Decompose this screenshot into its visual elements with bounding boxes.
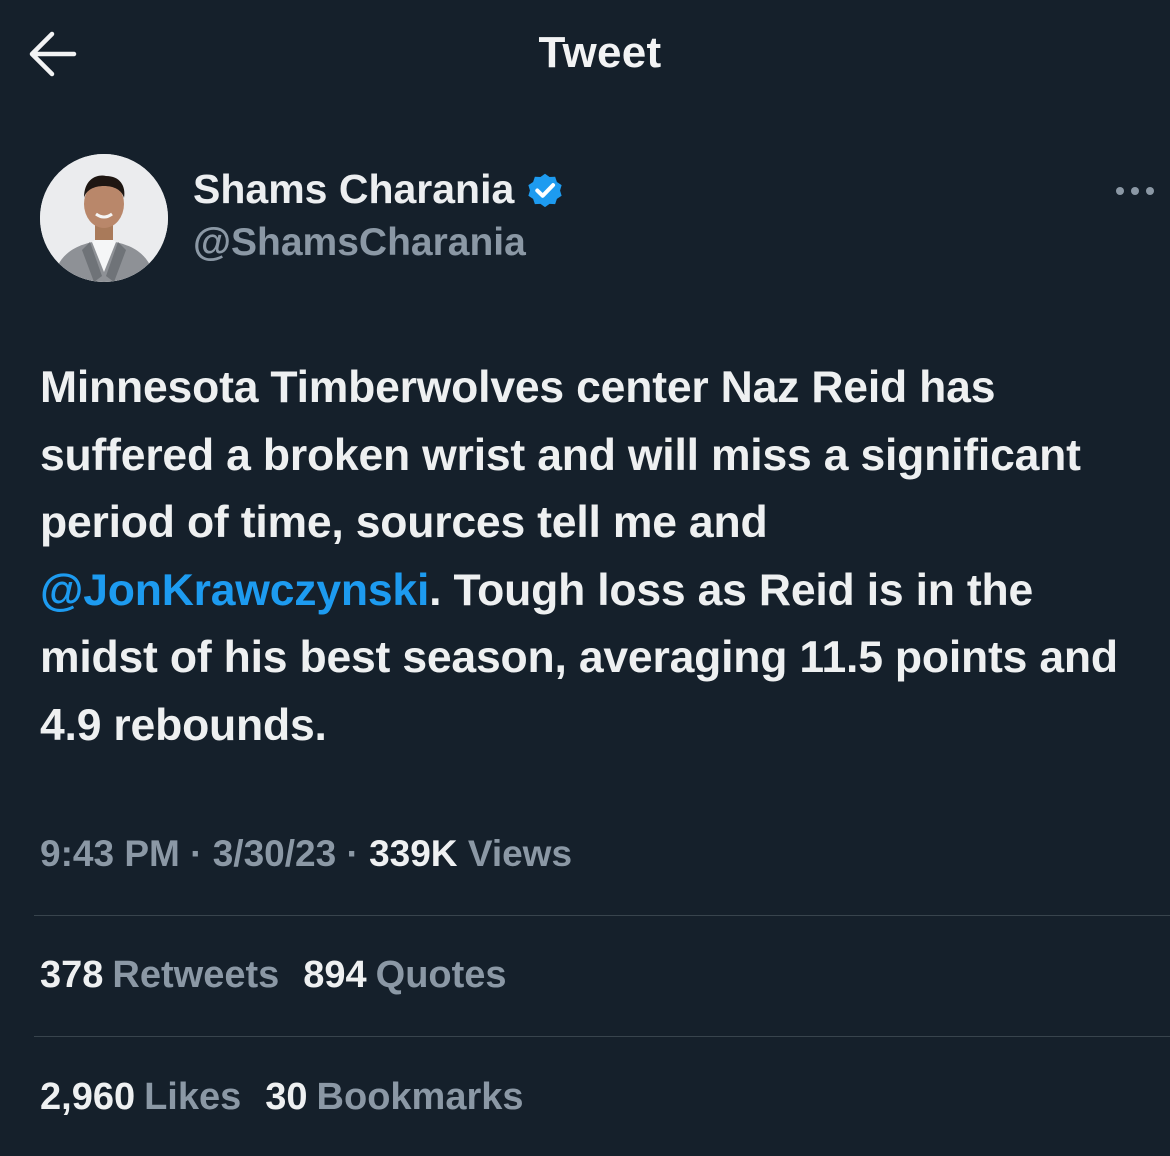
tweet-text: Minnesota Timberwolves center Naz Reid h… <box>40 354 1150 759</box>
author-name-row[interactable]: Shams Charania <box>193 166 566 213</box>
retweets-label: Retweets <box>112 954 280 996</box>
tweet-text-part1: Minnesota Timberwolves center Naz Reid h… <box>40 363 1081 547</box>
page-title: Tweet <box>538 28 662 77</box>
retweets-count: 378 <box>40 954 104 996</box>
tweet-date: 3/30/23 <box>212 833 337 874</box>
retweets-stat[interactable]: 378 Retweets <box>40 954 279 997</box>
likes-count: 2,960 <box>40 1076 136 1118</box>
views-label[interactable]: Views <box>468 833 572 874</box>
quotes-count: 894 <box>303 954 367 996</box>
more-options-button[interactable] <box>1110 176 1160 206</box>
meta-separator: · <box>190 833 203 874</box>
likes-stat[interactable]: 2,960 Likes <box>40 1076 241 1119</box>
quotes-label: Quotes <box>375 954 507 996</box>
bookmarks-count: 30 <box>265 1076 308 1118</box>
bookmarks-label: Bookmarks <box>316 1076 524 1118</box>
divider <box>34 915 1170 916</box>
quotes-stat[interactable]: 894 Quotes <box>303 954 506 997</box>
avatar[interactable] <box>40 154 168 282</box>
likes-label: Likes <box>144 1076 242 1118</box>
stats-row-likes-bookmarks: 2,960 Likes 30 Bookmarks <box>40 1076 524 1119</box>
top-bar: Tweet <box>0 0 1170 110</box>
meta-separator: · <box>346 833 359 874</box>
bookmarks-stat[interactable]: 30 Bookmarks <box>265 1076 523 1119</box>
author-name[interactable]: Shams Charania <box>193 166 514 213</box>
mention-link[interactable]: @JonKrawczynski <box>40 566 429 615</box>
tweet-time: 9:43 PM <box>40 833 180 874</box>
verified-badge-icon <box>524 169 566 211</box>
divider <box>34 1036 1170 1037</box>
views-count[interactable]: 339K <box>369 833 457 874</box>
profile-photo <box>40 154 168 282</box>
tweet-meta: 9:43 PM · 3/30/23 · 339K Views <box>40 833 572 875</box>
stats-row-retweets-quotes: 378 Retweets 894 Quotes <box>40 954 507 997</box>
author-handle[interactable]: @ShamsCharania <box>193 221 526 265</box>
more-horizontal-icon <box>1116 187 1154 195</box>
